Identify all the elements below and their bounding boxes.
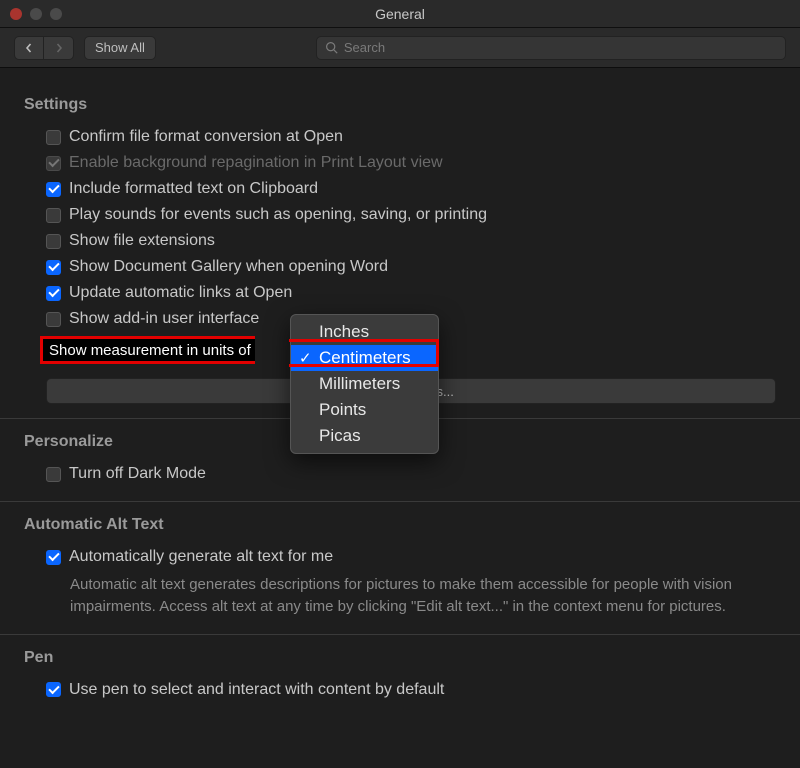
units-option-inches[interactable]: Inches — [291, 319, 438, 345]
confirm-conversion-label: Confirm file format conversion at Open — [69, 128, 343, 146]
pen-heading: Pen — [24, 649, 776, 667]
alt-text-heading: Automatic Alt Text — [24, 516, 776, 534]
search-placeholder: Search — [344, 40, 385, 55]
use-pen-row: Use pen to select and interact with cont… — [24, 677, 776, 703]
forward-button[interactable] — [44, 36, 74, 60]
nav-buttons — [14, 36, 74, 60]
update-links-label: Update automatic links at Open — [69, 284, 292, 302]
background-repag-checkbox — [46, 156, 61, 171]
auto-alt-text-label: Automatically generate alt text for me — [69, 548, 333, 566]
units-option-centimeters[interactable]: Centimeters — [291, 345, 438, 371]
alt-text-description: Automatic alt text generates description… — [24, 570, 776, 620]
units-option-picas[interactable]: Picas — [291, 423, 438, 449]
chevron-right-icon — [54, 43, 64, 53]
units-option-millimeters[interactable]: Millimeters — [291, 371, 438, 397]
confirm-conversion-checkbox[interactable] — [46, 130, 61, 145]
show-ext-label: Show file extensions — [69, 232, 215, 250]
show-ext-checkbox[interactable] — [46, 234, 61, 249]
include-formatted-label: Include formatted text on Clipboard — [69, 180, 318, 198]
confirm-conversion-row: Confirm file format conversion at Open — [24, 124, 776, 150]
show-gallery-row: Show Document Gallery when opening Word — [24, 254, 776, 280]
show-gallery-checkbox[interactable] — [46, 260, 61, 275]
units-option-points[interactable]: Points — [291, 397, 438, 423]
maximize-window-button[interactable] — [50, 8, 62, 20]
measurement-units-row: Show measurement in units of — [40, 336, 255, 364]
window-controls — [10, 8, 62, 20]
auto-alt-text-row: Automatically generate alt text for me — [24, 544, 776, 570]
show-addin-checkbox[interactable] — [46, 312, 61, 327]
show-gallery-label: Show Document Gallery when opening Word — [69, 258, 388, 276]
play-sounds-label: Play sounds for events such as opening, … — [69, 206, 487, 224]
search-icon — [325, 41, 338, 54]
background-repag-label: Enable background repagination in Print … — [69, 154, 443, 172]
play-sounds-checkbox[interactable] — [46, 208, 61, 223]
window-title: General — [0, 6, 800, 22]
dark-mode-row: Turn off Dark Mode — [24, 461, 776, 487]
back-button[interactable] — [14, 36, 44, 60]
chevron-left-icon — [24, 43, 34, 53]
titlebar: General — [0, 0, 800, 28]
dark-mode-checkbox[interactable] — [46, 467, 61, 482]
use-pen-checkbox[interactable] — [46, 682, 61, 697]
toolbar: Show All Search — [0, 28, 800, 68]
measurement-units-label: Show measurement in units of — [49, 342, 251, 359]
close-window-button[interactable] — [10, 8, 22, 20]
use-pen-label: Use pen to select and interact with cont… — [69, 681, 444, 699]
settings-heading: Settings — [24, 96, 776, 114]
minimize-window-button[interactable] — [30, 8, 42, 20]
update-links-row: Update automatic links at Open — [24, 280, 776, 306]
show-all-button[interactable]: Show All — [84, 36, 156, 60]
show-ext-row: Show file extensions — [24, 228, 776, 254]
dark-mode-label: Turn off Dark Mode — [69, 465, 206, 483]
update-links-checkbox[interactable] — [46, 286, 61, 301]
background-repag-row: Enable background repagination in Print … — [24, 150, 776, 176]
units-dropdown[interactable]: Inches Centimeters Millimeters Points Pi… — [290, 314, 439, 454]
show-addin-label: Show add-in user interface — [69, 310, 259, 328]
include-formatted-row: Include formatted text on Clipboard — [24, 176, 776, 202]
auto-alt-text-checkbox[interactable] — [46, 550, 61, 565]
search-input[interactable]: Search — [316, 36, 786, 60]
include-formatted-checkbox[interactable] — [46, 182, 61, 197]
play-sounds-row: Play sounds for events such as opening, … — [24, 202, 776, 228]
